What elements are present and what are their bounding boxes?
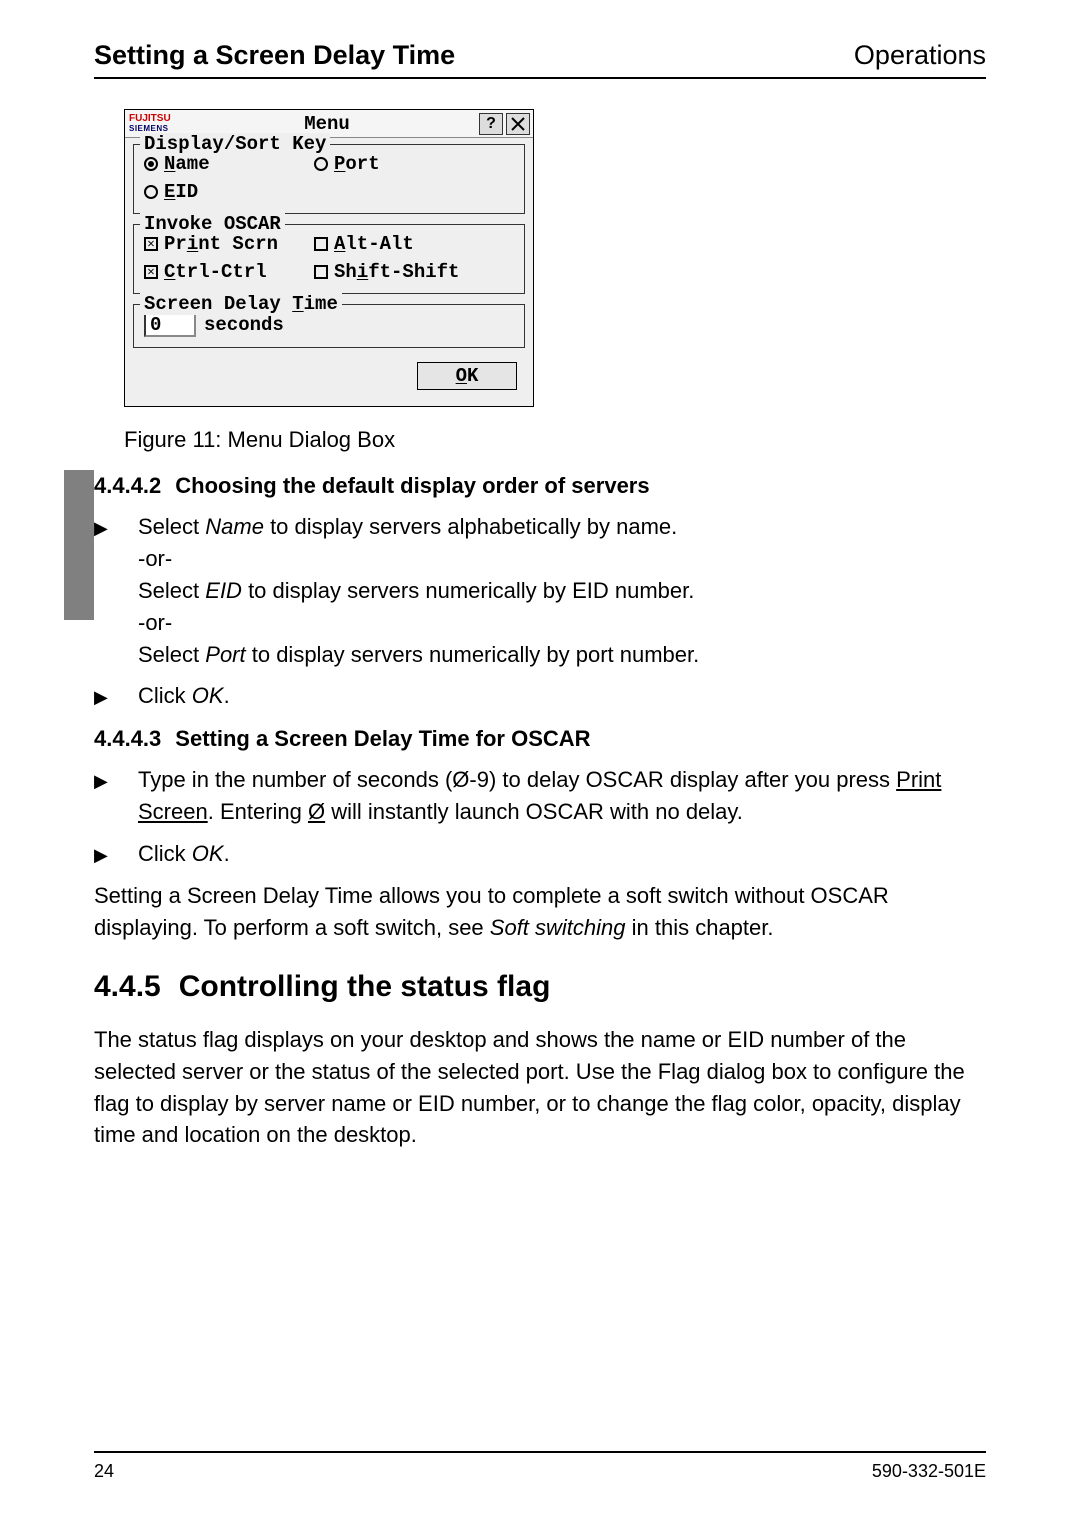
body-paragraph: Setting a Screen Delay Time allows you t… bbox=[94, 880, 986, 944]
instruction-step: ▶ Click OK. bbox=[94, 680, 986, 712]
subsection-heading: 4.4.4.3Setting a Screen Delay Time for O… bbox=[94, 726, 986, 752]
radio-icon bbox=[314, 157, 328, 171]
checkbox-icon bbox=[314, 237, 328, 251]
page-number: 24 bbox=[94, 1461, 114, 1482]
checkbox-icon bbox=[144, 237, 158, 251]
section-heading: 4.4.5Controlling the status flag bbox=[94, 970, 986, 1004]
instruction-step: ▶ Select Name to display servers alphabe… bbox=[94, 511, 986, 670]
triangle-bullet-icon: ▶ bbox=[94, 842, 108, 868]
dialog-title: Menu bbox=[195, 113, 479, 135]
group-legend: Screen Delay Time bbox=[140, 293, 342, 315]
body-paragraph: The status flag displays on your desktop… bbox=[94, 1024, 986, 1152]
page-header: Setting a Screen Delay Time Operations bbox=[94, 40, 986, 79]
radio-icon bbox=[144, 157, 158, 171]
ok-button[interactable]: OK bbox=[417, 362, 517, 390]
radio-icon bbox=[144, 185, 158, 199]
group-display-sort: Display/Sort Key Name Port bbox=[133, 144, 525, 214]
delay-seconds-input[interactable]: 0 bbox=[144, 313, 196, 337]
instruction-step: ▶ Type in the number of seconds (Ø-9) to… bbox=[94, 764, 986, 828]
group-legend: Display/Sort Key bbox=[140, 133, 330, 155]
brand-logo: FUJITSU SIEMENS bbox=[125, 114, 195, 134]
close-button[interactable] bbox=[506, 113, 530, 135]
close-icon bbox=[511, 117, 525, 131]
checkbox-print-scrn[interactable]: Print Scrn bbox=[144, 233, 314, 255]
radio-name[interactable]: Name bbox=[144, 153, 314, 175]
header-chapter: Operations bbox=[854, 40, 986, 71]
figure-caption: Figure 11: Menu Dialog Box bbox=[124, 427, 986, 453]
group-screen-delay: Screen Delay Time 0 seconds bbox=[133, 304, 525, 348]
side-thumb-tab bbox=[64, 470, 94, 620]
triangle-bullet-icon: ▶ bbox=[94, 768, 108, 794]
document-number: 590-332-501E bbox=[872, 1461, 986, 1482]
checkbox-ctrl-ctrl[interactable]: Ctrl-Ctrl bbox=[144, 261, 314, 283]
triangle-bullet-icon: ▶ bbox=[94, 684, 108, 710]
radio-port[interactable]: Port bbox=[314, 153, 484, 175]
page-footer: 24 590-332-501E bbox=[94, 1451, 986, 1482]
header-section-title: Setting a Screen Delay Time bbox=[94, 40, 455, 71]
radio-eid[interactable]: EID bbox=[144, 181, 314, 203]
instruction-step: ▶ Click OK. bbox=[94, 838, 986, 870]
subsection-heading: 4.4.4.2Choosing the default display orde… bbox=[94, 473, 986, 499]
checkbox-icon bbox=[314, 265, 328, 279]
delay-unit-label: seconds bbox=[204, 314, 284, 336]
menu-dialog: FUJITSU SIEMENS Menu ? Display/Sort Key … bbox=[124, 109, 534, 407]
group-invoke-oscar: Invoke OSCAR Print Scrn Alt-Alt bbox=[133, 224, 525, 294]
group-legend: Invoke OSCAR bbox=[140, 213, 285, 235]
checkbox-alt-alt[interactable]: Alt-Alt bbox=[314, 233, 484, 255]
checkbox-icon bbox=[144, 265, 158, 279]
checkbox-shift-shift[interactable]: Shift-Shift bbox=[314, 261, 484, 283]
help-button[interactable]: ? bbox=[479, 113, 503, 135]
triangle-bullet-icon: ▶ bbox=[94, 515, 108, 541]
